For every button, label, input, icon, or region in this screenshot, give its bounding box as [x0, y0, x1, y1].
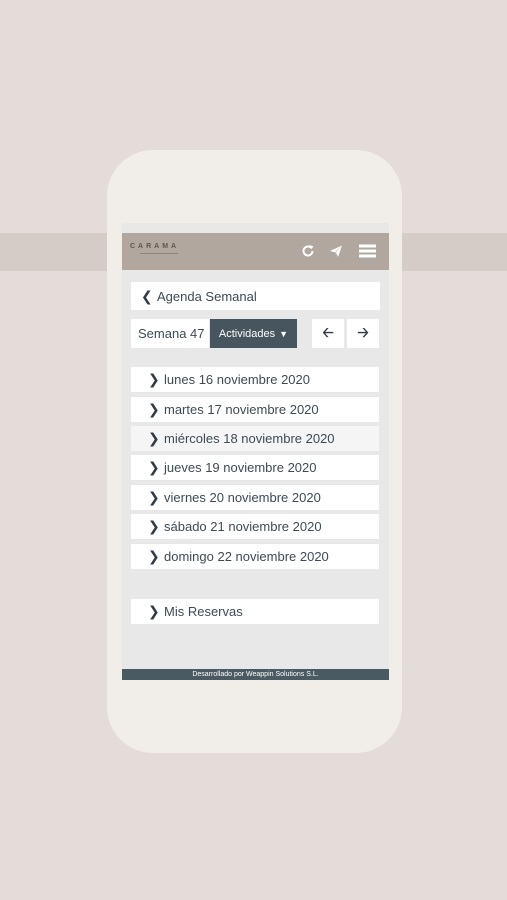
my-reservations-label: Mis Reservas [164, 604, 243, 619]
day-label: sábado 21 noviembre 2020 [164, 519, 322, 534]
day-item[interactable]: ❯ viernes 20 noviembre 2020 [131, 485, 379, 510]
my-reservations-item[interactable]: ❯ Mis Reservas [131, 599, 379, 624]
agenda-back-button[interactable]: ❮ Agenda Semanal [131, 282, 380, 310]
brand-logo: CARAMA [130, 243, 180, 250]
day-item[interactable]: ❯ domingo 22 noviembre 2020 [131, 544, 379, 569]
chevron-right-icon: ❯ [148, 489, 160, 505]
day-item[interactable]: ❯ martes 17 noviembre 2020 [131, 397, 379, 422]
menu-icon[interactable] [358, 242, 376, 260]
footer-credits: Desarrollado por Weappin Solutions S.L. [122, 669, 389, 680]
week-label: Semana 47 [138, 326, 205, 341]
day-label: viernes 20 noviembre 2020 [164, 490, 321, 505]
chevron-right-icon: ❯ [148, 371, 160, 387]
app-screen: CARAMA ❮ Agenda Semanal Semana 47 Activi… [122, 223, 389, 680]
refresh-icon[interactable] [299, 242, 317, 260]
day-label: domingo 22 noviembre 2020 [164, 549, 329, 564]
chevron-right-icon: ❯ [148, 603, 160, 619]
day-label: miércoles 18 noviembre 2020 [164, 431, 335, 446]
caret-down-icon: ▼ [279, 328, 289, 339]
day-item[interactable]: ❯ jueves 19 noviembre 2020 [131, 455, 379, 480]
activities-dropdown[interactable]: Actividades ▼ [210, 319, 297, 348]
day-label: martes 17 noviembre 2020 [164, 402, 319, 417]
app-bar: CARAMA [122, 233, 389, 270]
day-item[interactable]: ❯ lunes 16 noviembre 2020 [131, 367, 379, 392]
week-label-box: Semana 47 [131, 319, 209, 348]
day-item[interactable]: ❯ miércoles 18 noviembre 2020 [131, 426, 379, 451]
brand-logo-underline [140, 253, 178, 254]
chevron-right-icon: ❯ [148, 548, 160, 564]
chevron-right-icon: ❯ [148, 459, 160, 475]
arrow-right-icon: 🡢 [357, 323, 369, 340]
activities-label: Actividades [218, 327, 276, 340]
next-week-button[interactable]: 🡢 [347, 319, 379, 348]
send-icon[interactable] [327, 242, 345, 260]
day-item[interactable]: ❯ sábado 21 noviembre 2020 [131, 514, 379, 539]
agenda-title: Agenda Semanal [157, 288, 257, 304]
chevron-right-icon: ❯ [148, 430, 160, 446]
day-label: jueves 19 noviembre 2020 [164, 460, 317, 475]
previous-week-button[interactable]: 🡠 [312, 319, 344, 348]
chevron-right-icon: ❯ [148, 518, 160, 534]
chevron-right-icon: ❯ [148, 401, 160, 417]
day-label: lunes 16 noviembre 2020 [164, 372, 310, 387]
chevron-left-icon: ❮ [141, 287, 153, 304]
arrow-left-icon: 🡠 [322, 323, 334, 340]
